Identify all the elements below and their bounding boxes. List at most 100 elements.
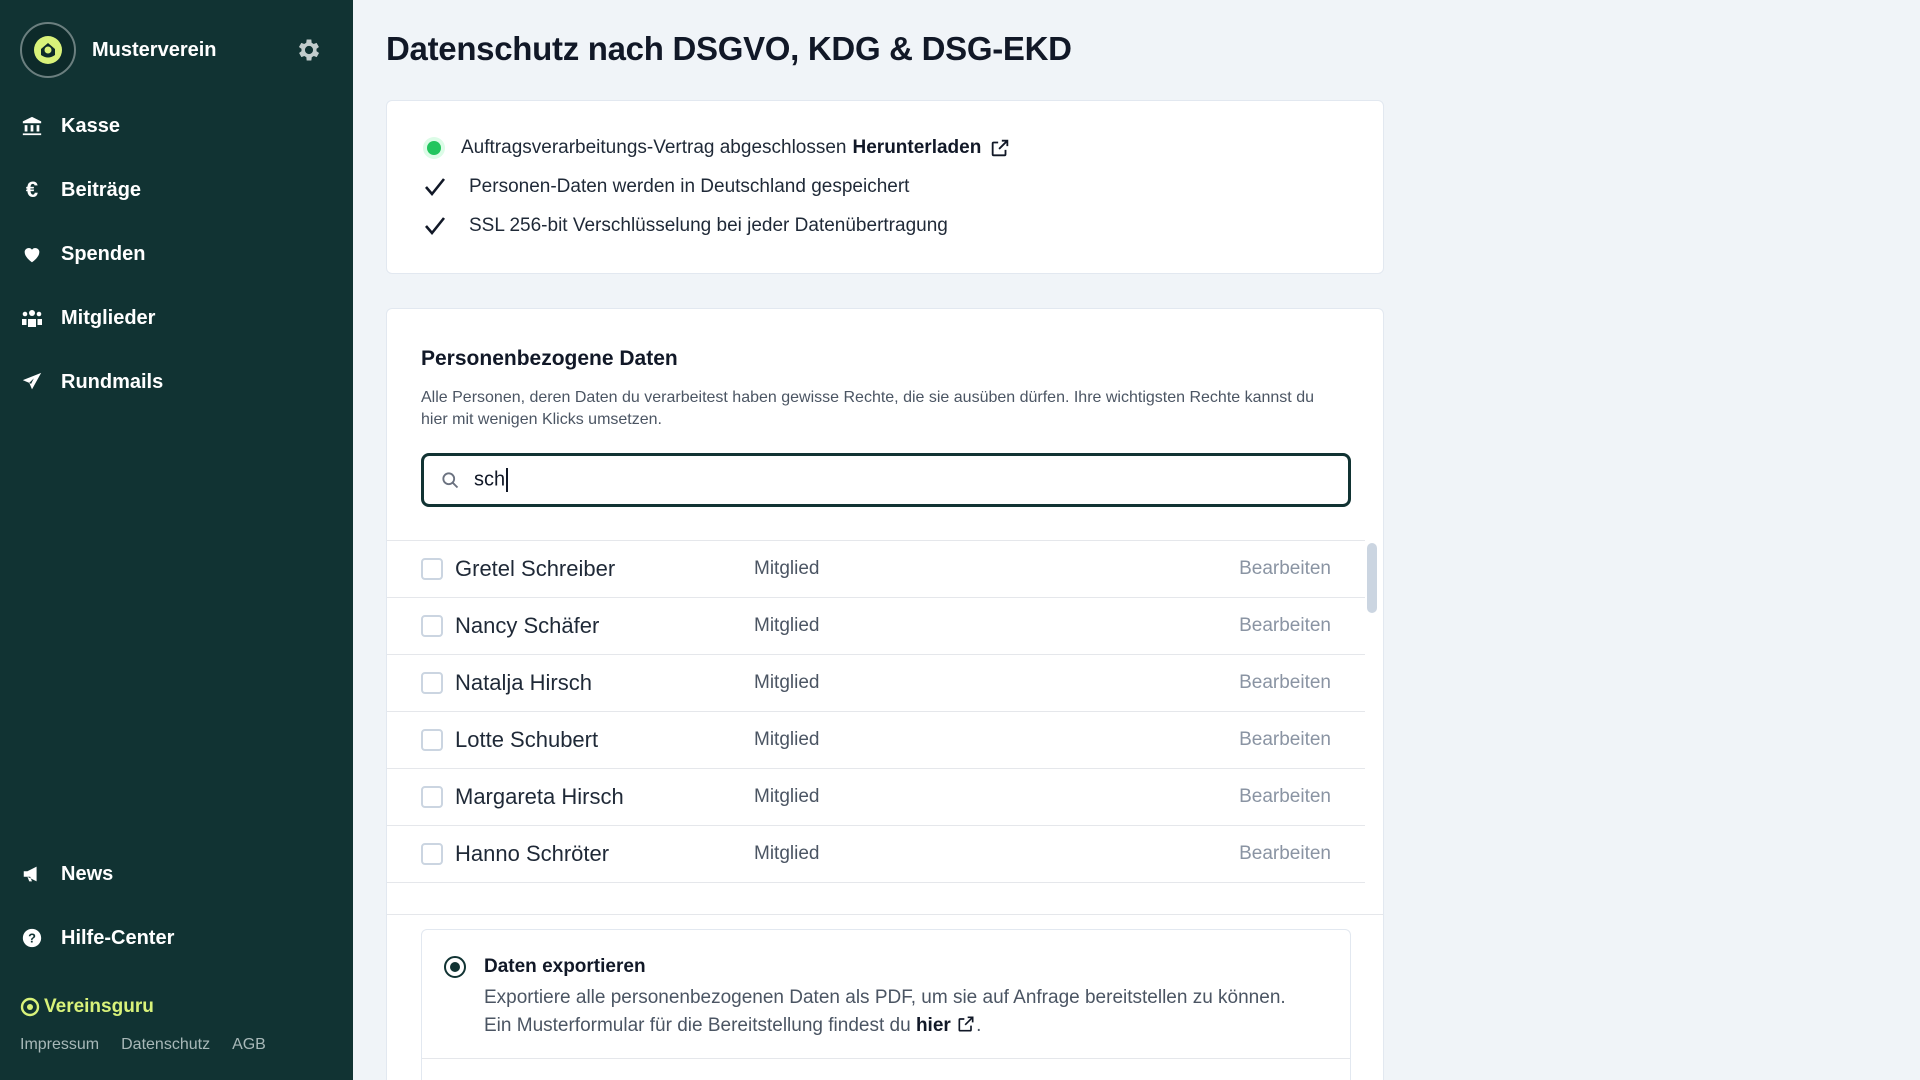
row-checkbox[interactable] [421,558,443,580]
edit-link[interactable]: Bearbeiten [1239,615,1331,637]
scrollbar-thumb[interactable] [1367,543,1377,613]
feature-text: SSL 256-bit Verschlüsselung bei jeder Da… [469,215,948,236]
export-option-title[interactable]: Daten exportieren [484,956,646,978]
nav-label: Hilfe-Center [61,926,175,949]
avv-text: Auftragsverarbeitungs-Vertrag abgeschlos… [461,137,847,158]
avv-download-link[interactable]: Herunterladen [853,137,982,159]
row-checkbox[interactable] [421,786,443,808]
megaphone-icon [20,862,44,886]
person-name: Hanno Schröter [455,841,610,866]
search-value[interactable]: sch [474,468,509,492]
row-checkbox[interactable] [421,729,443,751]
nav-item-mitglieder[interactable]: Mitglieder [0,286,353,350]
secondary-nav: News ? Hilfe-Center [0,842,353,970]
table-row: Lotte Schubert Mitglied Bearbeiten [387,712,1365,769]
section-title: Personenbezogene Daten [421,347,678,370]
edit-link[interactable]: Bearbeiten [1239,843,1331,865]
brand-name: Vereinsguru [44,996,154,1017]
help-icon: ? [20,926,44,950]
feature-germany-storage: Personen-Daten werden in Deutschland ges… [423,175,909,199]
table-row: Natalja Hirsch Mitglied Bearbeiten [387,655,1365,712]
status-dot [427,141,441,155]
footer-link-datenschutz[interactable]: Datenschutz [121,1036,210,1054]
send-icon [20,370,44,394]
text-caret [506,468,509,492]
divider [387,914,1383,915]
nav-item-hilfe-center[interactable]: ? Hilfe-Center [0,906,353,970]
sidebar: Musterverein Kasse € Beiträge Spenden Mi… [0,0,353,1080]
org-name: Musterverein [92,38,217,61]
export-desc-text: Exportiere alle personenbezogenen Daten … [484,987,1286,1036]
person-search-input[interactable]: sch [421,453,1351,507]
export-option-description: Exportiere alle personenbezogenen Daten … [484,984,1304,1040]
main-nav: Kasse € Beiträge Spenden Mitglieder Rund… [0,94,353,414]
personal-data-card: Personenbezogene Daten Alle Personen, de… [386,308,1384,1080]
person-role: Mitglied [754,672,820,693]
footer-links: Impressum Datenschutz AGB [20,1036,266,1054]
feature-text: Personen-Daten werden in Deutschland ges… [469,176,910,197]
person-role: Mitglied [754,786,820,807]
page-title: Datenschutz nach DSGVO, KDG & DSG-EKD [386,30,1072,67]
person-role: Mitglied [754,843,820,864]
search-icon [440,470,460,490]
table-row: Nancy Schäfer Mitglied Bearbeiten [387,598,1365,655]
person-name: Natalja Hirsch [455,670,592,695]
nav-label: Beiträge [61,178,142,201]
heart-icon [20,242,44,266]
template-link[interactable]: hier [916,1015,951,1036]
nav-label: Mitglieder [61,306,156,329]
person-role: Mitglied [754,558,820,579]
nav-item-spenden[interactable]: Spenden [0,222,353,286]
checkmark-icon [423,214,447,238]
members-icon [20,306,44,330]
table-row: Margareta Hirsch Mitglied Bearbeiten [387,769,1365,826]
vereinsguru-logo: Vereinsguru [20,996,154,1018]
edit-link[interactable]: Bearbeiten [1239,672,1331,694]
export-radio[interactable] [444,956,466,978]
nav-label: Rundmails [61,370,164,393]
person-name: Margareta Hirsch [455,784,624,809]
row-checkbox[interactable] [421,615,443,637]
person-role: Mitglied [754,615,820,636]
edit-link[interactable]: Bearbeiten [1239,729,1331,751]
person-name: Gretel Schreiber [455,556,616,581]
footer-link-impressum[interactable]: Impressum [20,1036,99,1054]
euro-icon: € [25,177,39,202]
org-switcher[interactable]: Musterverein [20,22,333,78]
person-name: Nancy Schäfer [455,613,600,638]
nav-label: News [61,862,114,885]
external-link-icon[interactable] [989,137,1011,159]
edit-link[interactable]: Bearbeiten [1239,786,1331,808]
row-checkbox[interactable] [421,672,443,694]
divider [422,1058,1350,1059]
action-options: Daten exportieren Exportiere alle person… [421,929,1351,1080]
nav-item-kasse[interactable]: Kasse [0,94,353,158]
table-row: Hanno Schröter Mitglied Bearbeiten [387,826,1365,883]
nav-label: Spenden [61,242,146,265]
list-scrollbar[interactable] [1367,543,1377,903]
external-link-icon[interactable] [956,1014,976,1034]
nav-label: Kasse [61,114,120,137]
nav-item-beitraege[interactable]: € Beiträge [0,158,353,222]
person-role: Mitglied [754,729,820,750]
person-name: Lotte Schubert [455,727,599,752]
edit-link[interactable]: Bearbeiten [1239,558,1331,580]
footer-link-agb[interactable]: AGB [232,1036,266,1054]
feature-ssl: SSL 256-bit Verschlüsselung bei jeder Da… [423,214,948,238]
vereinsguru-icon [20,997,40,1017]
section-description: Alle Personen, deren Daten du verarbeite… [421,389,1314,428]
row-checkbox[interactable] [421,843,443,865]
search-text: sch [474,468,506,491]
org-logo [20,22,76,78]
svg-text:?: ? [28,931,36,946]
export-desc-end: . [976,1015,982,1036]
nav-item-news[interactable]: News [0,842,353,906]
avv-status: Auftragsverarbeitungs-Vertrag abgeschlos… [423,137,1011,159]
table-row: Gretel Schreiber Mitglied Bearbeiten [387,541,1365,598]
nav-item-rundmails[interactable]: Rundmails [0,350,353,414]
gear-icon[interactable] [295,36,323,64]
person-list: Gretel Schreiber Mitglied Bearbeiten Nan… [387,540,1365,903]
compliance-card: Auftragsverarbeitungs-Vertrag abgeschlos… [386,100,1384,274]
bank-icon [20,114,44,138]
checkmark-icon [423,175,447,199]
